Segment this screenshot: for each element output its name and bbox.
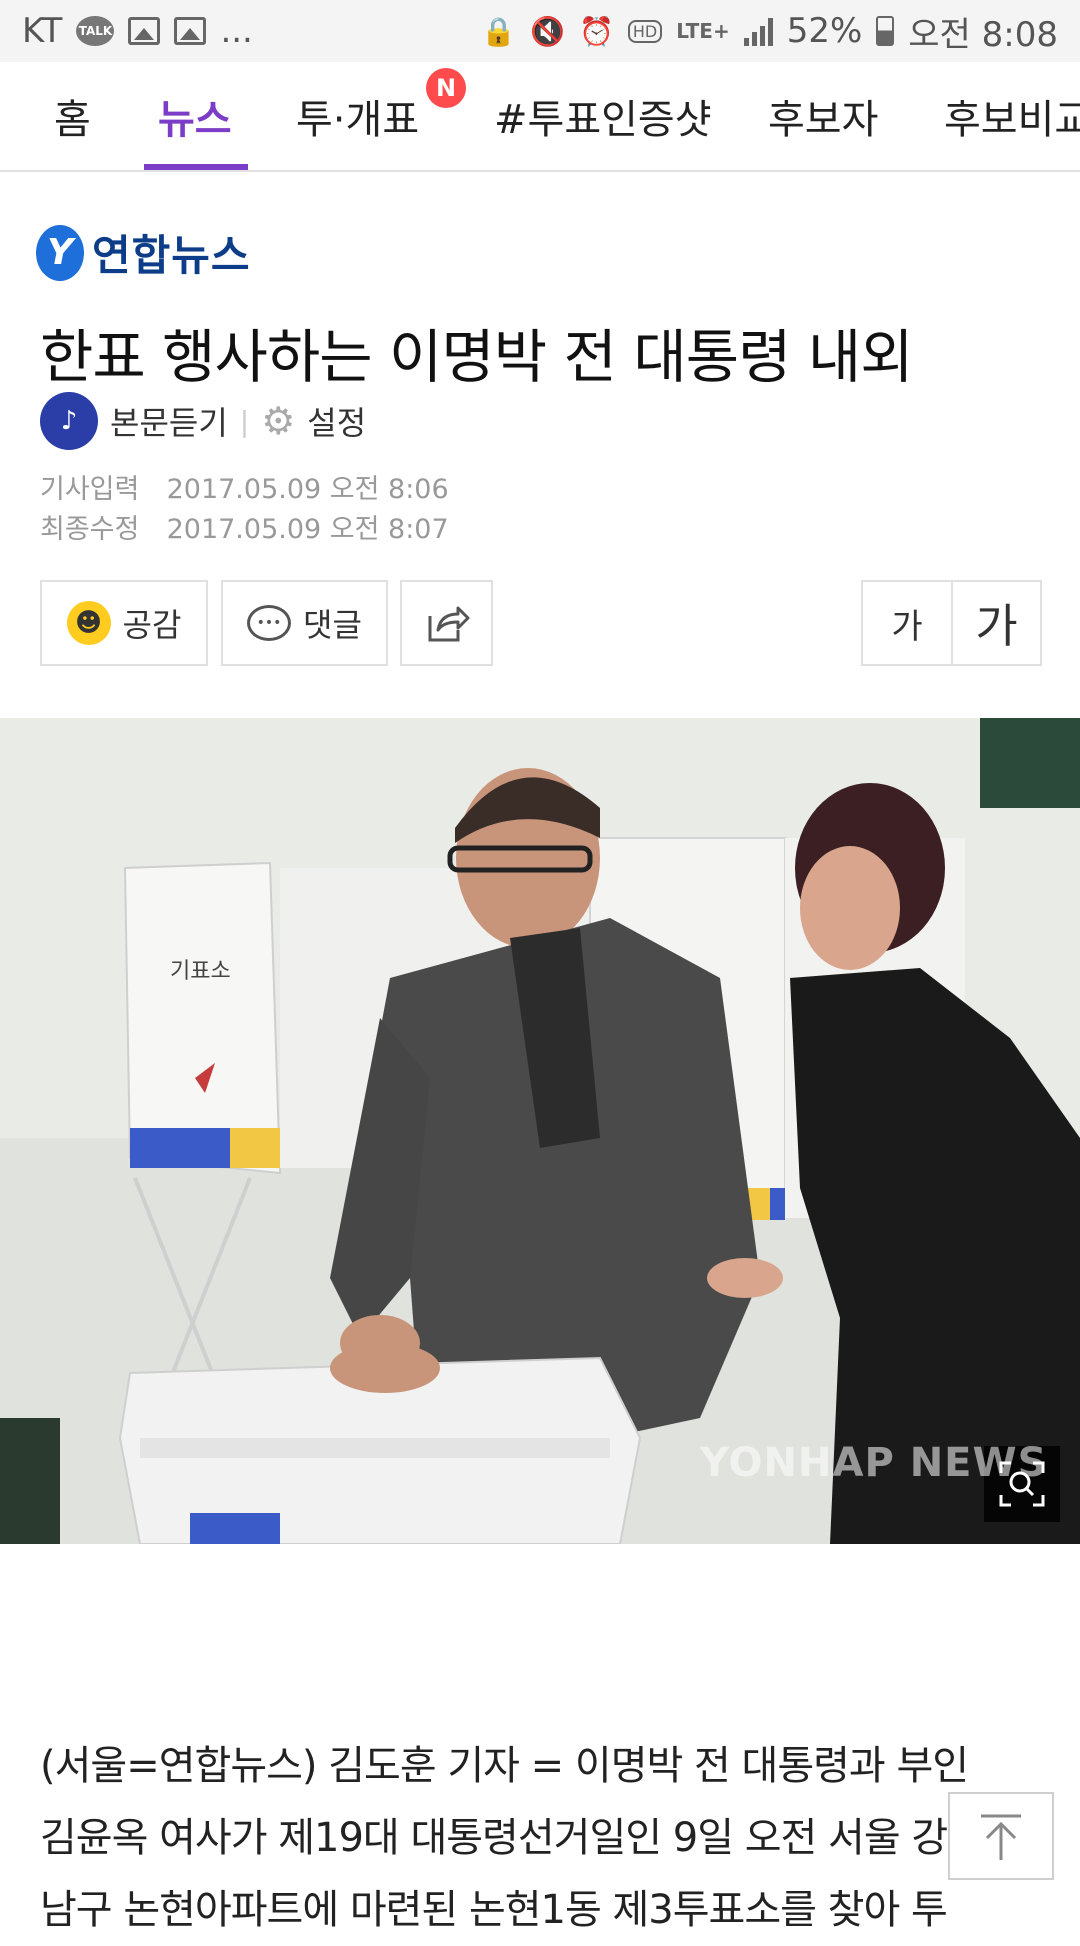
listen-icon[interactable]: ♪	[40, 392, 98, 450]
smile-emoji-icon: ☻	[66, 601, 111, 645]
divider: |	[239, 404, 250, 438]
article-photo[interactable]: 기표소	[0, 718, 1080, 1544]
arrow-up-icon	[981, 1814, 1021, 1860]
section-tab-bar: 홈 뉴스 투·개표 N #투표인증샷 후보자 후보비교	[0, 62, 1080, 172]
share-button[interactable]	[400, 580, 493, 666]
voting-photo-illustration: 기표소	[0, 718, 1080, 1544]
clock: 오전 8:08	[908, 14, 1058, 55]
battery-icon	[876, 16, 895, 46]
tab-candidate-compare[interactable]: 후보비교	[944, 62, 1080, 170]
lte-icon: LTE+	[676, 19, 730, 43]
scroll-to-top-button[interactable]	[948, 1792, 1054, 1880]
tab-vote-proof-shot[interactable]: #투표인증샷	[494, 62, 712, 170]
gear-icon[interactable]: ⚙	[261, 399, 295, 443]
photo-watermark: YONHAP NEWS	[700, 1440, 1048, 1486]
share-icon	[428, 606, 469, 642]
like-button[interactable]: ☻ 공감	[40, 580, 208, 666]
active-tab-indicator	[144, 164, 248, 170]
mute-icon: 🔇	[530, 14, 565, 48]
booth-sign: 기표소	[170, 959, 231, 984]
comment-label: 댓글	[303, 606, 362, 644]
body-line: 김윤옥 여사가 제19대 대통령선거일인 9일 오전 서울 강	[40, 1815, 948, 1861]
settings-button[interactable]: 설정	[307, 398, 366, 444]
input-date-label: 기사입력	[40, 474, 140, 505]
yonhap-logo-icon: Y	[36, 224, 84, 281]
status-bar: KT TALK ... 🔒 🔇 ⏰ HD LTE+ 52% 오전 8:08	[0, 0, 1080, 62]
gallery-icon	[128, 17, 161, 45]
comment-button[interactable]: ••• 댓글	[221, 580, 388, 666]
body-line: 남구 논현아파트에 마련된 논현1동 제3투표소를 찾아 투	[40, 1887, 948, 1933]
lock-icon: 🔒	[481, 14, 517, 48]
tab-news[interactable]: 뉴스	[158, 62, 232, 170]
tab-candidates[interactable]: 후보자	[768, 62, 878, 170]
alarm-icon: ⏰	[578, 14, 614, 48]
kakaotalk-icon: TALK	[76, 16, 115, 46]
listen-button[interactable]: 본문듣기	[110, 398, 228, 444]
press-logo[interactable]: Y 연합뉴스	[36, 222, 251, 283]
font-larger-button[interactable]: 가	[951, 580, 1042, 666]
comment-icon: •••	[247, 605, 292, 641]
carrier-label: KT	[22, 11, 63, 51]
input-date: 2017.05.09 오전 8:06	[166, 474, 449, 505]
article-utilities: ♪ 본문듣기 | ⚙ 설정	[40, 392, 366, 450]
more-notifications: ...	[220, 11, 253, 51]
tab-vote-count[interactable]: 투·개표	[296, 62, 419, 170]
gallery-icon	[174, 17, 207, 45]
article-body: (서울=연합뉴스) 김도훈 기자 = 이명박 전 대통령과 부인 김윤옥 여사가…	[40, 1730, 1050, 1946]
article-dates: 기사입력 2017.05.09 오전 8:06 최종수정 2017.05.09 …	[40, 470, 449, 550]
hd-icon: HD	[627, 19, 663, 43]
press-name: 연합뉴스	[92, 231, 251, 280]
battery-percent: 52%	[786, 11, 863, 51]
article-title: 한표 행사하는 이명박 전 대통령 내외	[40, 323, 914, 391]
modified-date: 2017.05.09 오전 8:07	[166, 514, 449, 545]
like-label: 공감	[122, 606, 182, 644]
signal-icon	[743, 16, 773, 46]
font-smaller-button[interactable]: 가	[861, 580, 953, 666]
new-badge: N	[426, 68, 466, 108]
modified-date-label: 최종수정	[40, 514, 140, 545]
body-line: (서울=연합뉴스) 김도훈 기자 = 이명박 전 대통령과 부인	[40, 1743, 969, 1789]
tab-home[interactable]: 홈	[54, 62, 91, 170]
